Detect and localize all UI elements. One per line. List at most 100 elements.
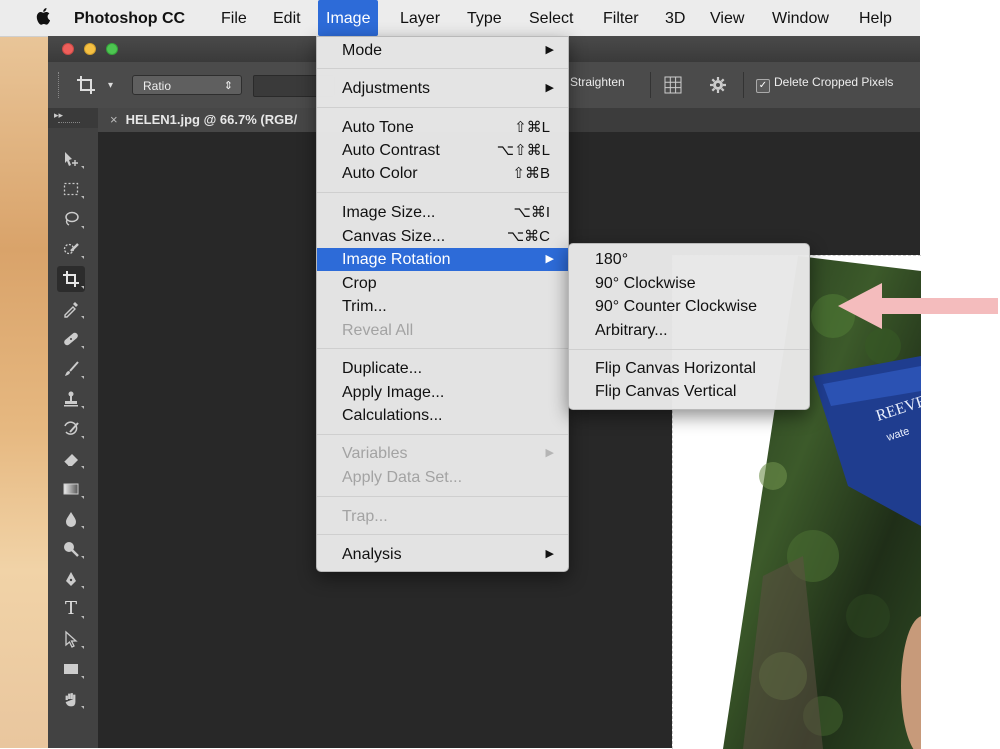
delete-cropped-pixels-label: Delete Cropped Pixels — [774, 75, 894, 89]
blur-tool[interactable] — [57, 506, 85, 532]
menu-item-image-size[interactable]: Image Size... ⌥⌘I — [317, 201, 568, 224]
crop-icon — [63, 271, 79, 287]
direct-select-arrow-icon — [65, 630, 78, 648]
clone-stamp-tool[interactable] — [57, 386, 85, 412]
crop-tool-preset-icon[interactable] — [76, 75, 96, 95]
menu-image[interactable]: Image — [318, 0, 379, 36]
menu-help[interactable]: Help — [859, 0, 892, 36]
menu-item-trim[interactable]: Trim... — [317, 295, 568, 318]
shortcut-label: ⌥⇧⌘L — [496, 142, 550, 159]
menu-item-rotate-90-cw[interactable]: 90° Clockwise — [569, 272, 809, 295]
hand-tool[interactable] — [57, 686, 85, 712]
close-tab-icon[interactable]: × — [110, 112, 118, 127]
menu-window[interactable]: Window — [772, 0, 829, 36]
menu-item-label: Variables — [342, 445, 408, 462]
tools-panel-grip[interactable] — [58, 122, 80, 125]
menu-item-apply-image[interactable]: Apply Image... — [317, 381, 568, 404]
quick-selection-tool[interactable] — [57, 236, 85, 262]
submenu-arrow-icon: ▶ — [545, 253, 554, 265]
move-tool[interactable] — [57, 146, 85, 172]
separator — [743, 72, 744, 98]
collapse-panel-icon[interactable]: ▸▸ — [54, 110, 63, 121]
gradient-icon — [63, 483, 79, 495]
brush-tool[interactable] — [57, 356, 85, 382]
stamp-icon — [64, 391, 78, 407]
eraser-tool[interactable] — [57, 446, 85, 472]
crop-tool[interactable] — [57, 266, 85, 292]
submenu-arrow-icon: ▶ — [545, 82, 554, 94]
eyedropper-tool[interactable] — [57, 296, 85, 322]
move-tool-icon — [65, 152, 78, 166]
menu-item-trap: Trap... — [317, 505, 568, 528]
magnifier-dodge-icon — [64, 542, 79, 557]
eyedropper-icon — [64, 302, 78, 318]
zoom-window-button[interactable] — [106, 43, 118, 55]
pen-tool[interactable] — [57, 566, 85, 592]
chevron-down-icon[interactable]: ▾ — [108, 80, 113, 91]
submenu-arrow-icon: ▶ — [545, 548, 554, 560]
healing-brush-tool[interactable] — [57, 326, 85, 352]
menu-divider — [317, 496, 568, 497]
separator — [650, 72, 651, 98]
marquee-tool[interactable] — [57, 176, 85, 202]
delete-cropped-pixels-checkbox[interactable]: ✓ Delete Cropped Pixels — [756, 75, 893, 93]
crop-ratio-select[interactable]: Ratio ⇕ — [132, 75, 242, 95]
annotation-arrow-icon — [838, 283, 998, 329]
menu-layer[interactable]: Layer — [400, 0, 440, 36]
menu-item-label: Auto Tone — [342, 119, 414, 136]
water-drop-icon — [66, 512, 76, 527]
menu-item-auto-contrast[interactable]: Auto Contrast ⌥⇧⌘L — [317, 139, 568, 162]
menu-filter[interactable]: Filter — [603, 0, 639, 36]
menu-item-mode[interactable]: Mode ▶ — [317, 39, 568, 62]
menu-item-rotate-180[interactable]: 180° — [569, 248, 809, 271]
menu-item-label: Calculations... — [342, 407, 443, 424]
tools-panel: ▸▸ T — [48, 108, 99, 748]
menu-item-crop[interactable]: Crop — [317, 272, 568, 295]
menu-item-image-rotation[interactable]: Image Rotation ▶ — [317, 248, 568, 271]
menu-app-name[interactable]: Photoshop CC — [74, 0, 185, 36]
menu-edit[interactable]: Edit — [273, 0, 301, 36]
history-brush-icon — [64, 421, 79, 435]
close-window-button[interactable] — [62, 43, 74, 55]
overlay-grid-icon[interactable] — [663, 75, 683, 95]
menu-item-auto-color[interactable]: Auto Color ⇧⌘B — [317, 162, 568, 185]
menu-file[interactable]: File — [221, 0, 247, 36]
menu-type[interactable]: Type — [467, 0, 502, 36]
text-cursor — [672, 689, 676, 707]
gradient-tool[interactable] — [57, 476, 85, 502]
rectangle-tool[interactable] — [57, 656, 85, 682]
menu-item-auto-tone[interactable]: Auto Tone ⇧⌘L — [317, 116, 568, 139]
desktop-wallpaper — [0, 36, 48, 748]
menu-3d[interactable]: 3D — [665, 0, 685, 36]
menu-bar: Photoshop CC File Edit Image Layer Type … — [0, 0, 920, 37]
menu-item-canvas-size[interactable]: Canvas Size... ⌥⌘C — [317, 225, 568, 248]
history-brush-tool[interactable] — [57, 416, 85, 442]
minimize-window-button[interactable] — [84, 43, 96, 55]
menu-item-rotate-90-ccw[interactable]: 90° Counter Clockwise — [569, 295, 809, 318]
menu-item-label: Apply Data Set... — [342, 469, 463, 486]
menu-view[interactable]: View — [710, 0, 744, 36]
dodge-tool[interactable] — [57, 536, 85, 562]
menu-item-arbitrary[interactable]: Arbitrary... — [569, 319, 809, 342]
menu-item-flip-vertical[interactable]: Flip Canvas Vertical — [569, 380, 809, 403]
menu-item-label: Adjustments — [342, 80, 431, 97]
type-tool[interactable]: T — [57, 596, 85, 622]
menu-item-adjustments[interactable]: Adjustments ▶ — [317, 77, 568, 100]
menu-item-label: Canvas Size... — [342, 228, 446, 245]
menu-item-duplicate[interactable]: Duplicate... — [317, 357, 568, 380]
gear-icon[interactable] — [708, 75, 728, 95]
menu-item-flip-horizontal[interactable]: Flip Canvas Horizontal — [569, 357, 809, 380]
menu-select[interactable]: Select — [529, 0, 573, 36]
menu-divider — [569, 349, 809, 350]
straighten-button[interactable]: Straighten — [570, 75, 625, 89]
brush-icon — [65, 361, 79, 376]
menu-item-label: Reveal All — [342, 322, 414, 339]
apple-icon[interactable] — [36, 7, 50, 25]
shortcut-label: ⌥⌘I — [513, 204, 550, 221]
lasso-tool[interactable] — [57, 206, 85, 232]
shortcut-label: ⌥⌘C — [506, 228, 550, 245]
menu-item-calculations[interactable]: Calculations... — [317, 404, 568, 427]
menu-item-analysis[interactable]: Analysis ▶ — [317, 543, 568, 566]
path-selection-tool[interactable] — [57, 626, 85, 652]
image-menu-dropdown: Mode ▶ Adjustments ▶ Auto Tone ⇧⌘L Auto Con… — [316, 36, 569, 572]
